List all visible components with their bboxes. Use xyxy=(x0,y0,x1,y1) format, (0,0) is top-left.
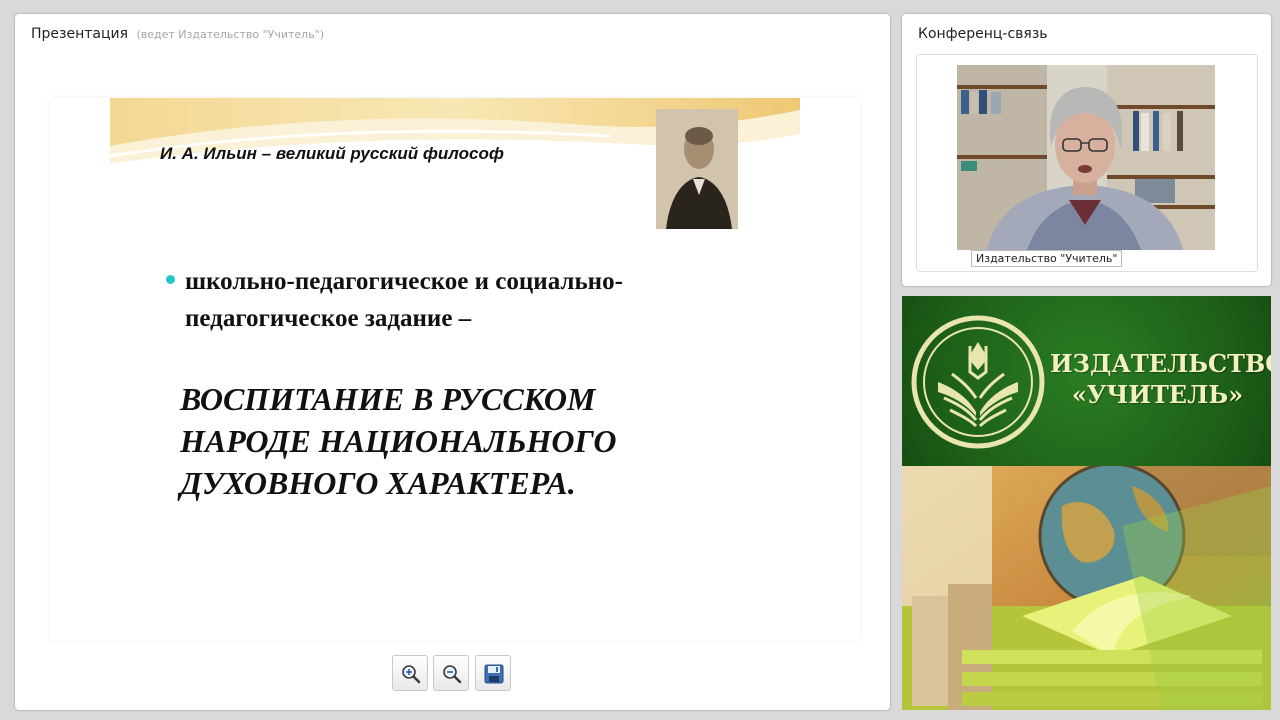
speaker-video xyxy=(957,65,1215,250)
publisher-name: ИЗДАТЕЛЬСТВО «УЧИТЕЛЬ» xyxy=(1050,348,1271,410)
publisher-name-line: ИЗДАТЕЛЬСТВО xyxy=(1050,349,1271,378)
presentation-header: Презентация (ведет Издательство "Учитель… xyxy=(31,26,324,42)
presentation-subtitle: (ведет Издательство "Учитель") xyxy=(136,28,325,41)
ilyin-portrait-image xyxy=(656,109,738,229)
slide-bullet: школьно-педагогическое и социально- педа… xyxy=(162,263,782,337)
presentation-panel: Презентация (ведет Издательство "Учитель… xyxy=(15,14,890,710)
zoom-out-icon xyxy=(443,665,462,684)
slide-emphasis-text: ВОСПИТАНИЕ В РУССКОМ НАРОДЕ НАЦИОНАЛЬНОГ… xyxy=(180,378,780,504)
video-frame: Издательство "Учитель" xyxy=(916,54,1258,272)
zoom-in-button[interactable] xyxy=(392,655,428,691)
slide-bullet-text: школьно-педагогическое и социально- педа… xyxy=(185,263,782,337)
publisher-header: ИЗДАТЕЛЬСТВО «УЧИТЕЛЬ» xyxy=(902,296,1271,466)
bullet-dot-icon xyxy=(166,275,175,284)
emphasis-line: ВОСПИТАНИЕ В РУССКОМ xyxy=(180,381,596,417)
video-caption: Издательство "Учитель" xyxy=(971,250,1123,267)
conference-title: Конференц-связь xyxy=(918,26,1048,42)
publisher-logo-icon xyxy=(911,315,1045,449)
globe-and-books-illustration xyxy=(902,466,1271,710)
save-icon xyxy=(484,664,504,684)
save-button[interactable] xyxy=(475,655,511,691)
bullet-line: педагогическое задание – xyxy=(185,305,472,332)
bullet-line: школьно-педагогическое и социально- xyxy=(185,268,623,295)
slide-banner-title: И. А. Ильин – великий русский философ xyxy=(160,144,504,163)
publisher-name-line: «УЧИТЕЛЬ» xyxy=(1071,380,1244,409)
presentation-title: Презентация xyxy=(31,26,129,42)
slide: И. А. Ильин – великий русский философ шк… xyxy=(50,98,860,640)
conference-panel: Конференц-связь Издательство "Учитель" xyxy=(902,14,1271,286)
publisher-banner: ИЗДАТЕЛЬСТВО «УЧИТЕЛЬ» xyxy=(902,296,1271,710)
zoom-in-icon xyxy=(402,665,421,684)
emphasis-line: НАРОДЕ НАЦИОНАЛЬНОГО xyxy=(180,423,617,459)
emphasis-line: ДУХОВНОГО ХАРАКТЕРА. xyxy=(180,465,576,501)
zoom-out-button[interactable] xyxy=(433,655,469,691)
